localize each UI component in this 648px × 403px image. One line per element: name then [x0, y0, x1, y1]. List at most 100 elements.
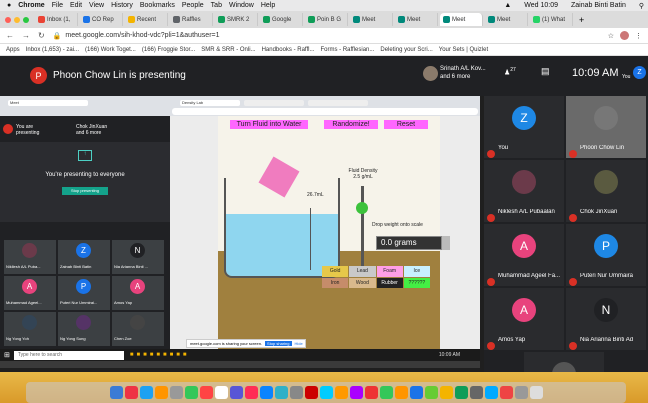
dock-app-icon[interactable]: [169, 386, 183, 399]
more-icon[interactable]: ⋮: [635, 32, 642, 40]
menu-people[interactable]: People: [182, 2, 204, 9]
dock-app-icon[interactable]: [379, 386, 393, 399]
minimize-window-icon[interactable]: [14, 16, 20, 23]
participant-tile[interactable]: P Puteri Nur Ummaira: [566, 224, 646, 286]
dock-app-icon[interactable]: [499, 386, 513, 399]
hide-button[interactable]: Hide: [295, 341, 303, 346]
menubar-app-name[interactable]: Chrome: [18, 2, 44, 9]
spotlight-icon[interactable]: ⚲: [639, 2, 644, 10]
browser-tab[interactable]: (1) What: [530, 13, 573, 26]
mini-participant-tile[interactable]: A Amos Yap: [112, 276, 164, 310]
material-button[interactable]: Ice: [403, 266, 430, 277]
dock-app-icon[interactable]: [289, 386, 303, 399]
dock-app-icon[interactable]: [349, 386, 363, 399]
browser-tab[interactable]: SMRK 2: [215, 13, 258, 26]
dock-app-icon[interactable]: [469, 386, 483, 399]
back-icon[interactable]: ←: [6, 31, 14, 40]
dock-app-icon[interactable]: [529, 386, 543, 399]
mini-participant-tile[interactable]: Ng Yong Sung: [58, 312, 110, 346]
material-button[interactable]: ??????: [403, 277, 430, 288]
dock-app-icon[interactable]: [259, 386, 273, 399]
close-window-icon[interactable]: [5, 16, 11, 23]
reset-button[interactable]: Reset: [384, 120, 428, 129]
turn-fluid-water-button[interactable]: Turn Fluid into Water: [230, 120, 308, 129]
dock-app-icon[interactable]: [424, 386, 438, 399]
apple-icon[interactable]: ●: [7, 2, 11, 9]
menu-tab[interactable]: Tab: [211, 2, 222, 9]
dock-app-icon[interactable]: [409, 386, 423, 399]
bookmark-item[interactable]: (166) Work Toget...: [85, 47, 136, 53]
menu-window[interactable]: Window: [229, 2, 254, 9]
menu-bookmarks[interactable]: Bookmarks: [140, 2, 175, 9]
people-icon[interactable]: ♟27: [504, 67, 516, 76]
browser-tab[interactable]: Meet: [395, 13, 438, 26]
material-button[interactable]: Lead: [349, 266, 376, 277]
mini-participant-tile[interactable]: P Puteri Nur Ummirai...: [58, 276, 110, 310]
browser-tab[interactable]: Poin B G: [305, 13, 348, 26]
dock-app-icon[interactable]: [229, 386, 243, 399]
taskbar-search[interactable]: Type here to search: [13, 350, 124, 360]
browser-tab[interactable]: Google: [260, 13, 303, 26]
new-tab-icon[interactable]: +: [579, 15, 584, 25]
forward-icon[interactable]: →: [22, 31, 30, 40]
dock-app-icon[interactable]: [454, 386, 468, 399]
dock-app-icon[interactable]: [514, 386, 528, 399]
browser-tab[interactable]: Raffles: [170, 13, 213, 26]
mini-participant-tile[interactable]: A Muhammad Ageel...: [4, 276, 56, 310]
bookmark-item[interactable]: Apps: [6, 47, 20, 53]
material-button[interactable]: Wood: [349, 277, 376, 288]
mini-participant-tile[interactable]: N Nia Arianna Binti ...: [112, 240, 164, 274]
participant-tile[interactable]: Niklesh A/L Pubaalan: [484, 160, 564, 222]
bookmark-item[interactable]: Handbooks - Raffl...: [262, 47, 315, 53]
randomize-button[interactable]: Randomize!: [324, 120, 378, 129]
bookmark-item[interactable]: (166) Froggie Stor...: [142, 47, 195, 53]
dock-app-icon[interactable]: [124, 386, 138, 399]
stop-sharing-button[interactable]: Stop sharing: [265, 341, 292, 346]
dock-app-icon[interactable]: [319, 386, 333, 399]
browser-tab[interactable]: Meet: [440, 13, 483, 26]
reload-icon[interactable]: ↻: [38, 31, 45, 40]
bookmark-item[interactable]: Deleting your Scri...: [380, 47, 432, 53]
density-slider-track[interactable]: [361, 186, 364, 276]
menu-file[interactable]: File: [52, 2, 63, 9]
participant-tile[interactable]: Phoon Chow Lin: [566, 96, 646, 158]
dock-app-icon[interactable]: [334, 386, 348, 399]
menu-history[interactable]: History: [111, 2, 133, 9]
dock-app-icon[interactable]: [304, 386, 318, 399]
dock-app-icon[interactable]: [364, 386, 378, 399]
material-button[interactable]: Iron: [322, 277, 349, 288]
dock-app-icon[interactable]: [109, 386, 123, 399]
wifi-icon[interactable]: ▲: [504, 2, 511, 10]
windows-start-icon[interactable]: ⊞: [4, 351, 10, 359]
browser-tab[interactable]: Recent: [125, 13, 168, 26]
profile-icon[interactable]: [620, 31, 629, 40]
menu-view[interactable]: View: [89, 2, 104, 9]
browser-tab[interactable]: CO Rep: [80, 13, 123, 26]
material-button[interactable]: Rubber: [376, 277, 403, 288]
dock-app-icon[interactable]: [199, 386, 213, 399]
dock-app-icon[interactable]: [214, 386, 228, 399]
dock-app-icon[interactable]: [394, 386, 408, 399]
stop-presenting-button[interactable]: Stop presenting: [62, 187, 108, 195]
user-avatar[interactable]: Z: [633, 66, 646, 79]
star-icon[interactable]: ☆: [608, 32, 614, 40]
mini-participant-tile[interactable]: Ng Yong Yoh: [4, 312, 56, 346]
menubar-user[interactable]: Zainab Binti Batin: [571, 2, 626, 10]
mini-participant-tile[interactable]: Chen Zoe: [112, 312, 164, 346]
dock-app-icon[interactable]: [274, 386, 288, 399]
menu-help[interactable]: Help: [261, 2, 275, 9]
menu-edit[interactable]: Edit: [70, 2, 82, 9]
dock-app-icon[interactable]: [139, 386, 153, 399]
bookmark-item[interactable]: Your Sets | Quizlet: [439, 47, 488, 53]
browser-tab[interactable]: Inbox (1,: [35, 13, 78, 26]
bookmark-item[interactable]: Forms - Rafflesian...: [320, 47, 374, 53]
mini-participant-tile[interactable]: Nikllesh A/L Puba...: [4, 240, 56, 274]
bookmark-item[interactable]: Inbox (1,653) - zai...: [26, 47, 79, 53]
menubar-clock[interactable]: Wed 10:09: [524, 2, 558, 10]
participant-tile[interactable]: Chok JinXuan: [566, 160, 646, 222]
mini-participant-tile[interactable]: Z Zainab Binti Batin: [58, 240, 110, 274]
bookmark-item[interactable]: SMR & SRR - Onli...: [201, 47, 255, 53]
dock-app-icon[interactable]: [184, 386, 198, 399]
participant-tile[interactable]: A Muhammad Ageel Fa...: [484, 224, 564, 286]
dock-app-icon[interactable]: [484, 386, 498, 399]
